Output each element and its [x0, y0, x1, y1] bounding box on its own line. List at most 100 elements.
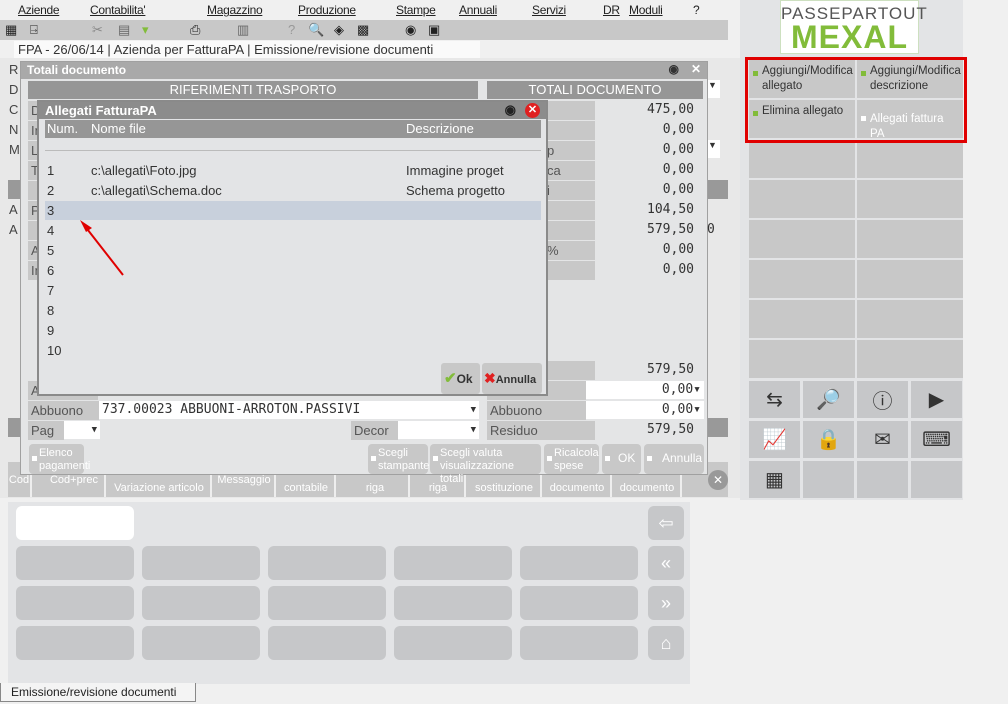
total-value: 579,50: [647, 362, 694, 377]
keypad-key[interactable]: [394, 626, 512, 660]
keypad-key[interactable]: [268, 626, 386, 660]
extra-value: 0: [707, 222, 715, 237]
keypad-key[interactable]: [520, 586, 638, 620]
keypad-key[interactable]: [142, 546, 260, 580]
side-action-empty: [749, 140, 855, 178]
menu-moduli[interactable]: Moduli: [629, 3, 663, 17]
side-action-empty: [749, 220, 855, 258]
menu-magazzino[interactable]: Magazzino: [207, 3, 263, 17]
abbuono-conto-field[interactable]: 737.00023 ABBUONI-ARROTON.PASSIVI ▼: [99, 401, 479, 419]
a-value: 0,00: [661, 382, 694, 397]
side-action-empty: [749, 180, 855, 218]
side-action-empty: [857, 300, 963, 338]
abbuono-value-field[interactable]: 0,00▾: [586, 401, 704, 419]
attachment-row[interactable]: 9: [45, 321, 541, 340]
record-icon[interactable]: ◉: [669, 62, 679, 76]
scegli-stampante-button[interactable]: Scegli stampante: [368, 444, 429, 474]
keypad-key[interactable]: [142, 586, 260, 620]
abbuono-conto-value: 737.00023 ABBUONI-ARROTON.PASSIVI: [102, 402, 361, 417]
search-doc-icon[interactable]: 🔍: [308, 22, 324, 38]
record-icon[interactable]: ◉: [405, 22, 416, 38]
right-field-value: 475,00: [647, 102, 694, 117]
help-icon[interactable]: ?: [288, 22, 295, 37]
keypad-input[interactable]: [16, 506, 134, 540]
dialog-annulla-button[interactable]: ✖Annulla: [482, 363, 542, 394]
transfer-icon[interactable]: ▥: [237, 22, 249, 38]
menu-stampe[interactable]: Stampe: [396, 3, 436, 17]
ok-label: OK: [618, 451, 636, 465]
keypad-key[interactable]: [394, 546, 512, 580]
touch-screen-icon[interactable]: ▣: [428, 22, 440, 38]
attachment-row[interactable]: 10: [45, 341, 541, 360]
pag-label: Pag: [28, 421, 64, 440]
envelope-icon[interactable]: ✉: [857, 421, 908, 458]
close-icon[interactable]: ✕: [525, 103, 540, 118]
record-icon[interactable]: ◉: [505, 102, 516, 118]
bg-select[interactable]: ▼: [708, 140, 720, 158]
keypad-icon[interactable]: ▦: [749, 461, 800, 498]
residuo-value: 579,50: [647, 422, 694, 437]
menu-dr[interactable]: DR: [603, 3, 620, 17]
right-field-value: 0,00: [662, 182, 694, 197]
calculator-icon[interactable]: ▩: [357, 22, 369, 38]
fkey-close-icon[interactable]: ✕: [708, 470, 728, 490]
video-icon[interactable]: ▶: [911, 381, 962, 418]
pag-select[interactable]: ▼: [64, 421, 100, 439]
keypad-key[interactable]: [520, 626, 638, 660]
search-document-icon[interactable]: 🔎: [803, 381, 854, 418]
backspace-icon[interactable]: ⇦: [648, 506, 684, 540]
keypad-key[interactable]: [16, 626, 134, 660]
ok-button[interactable]: OK: [602, 444, 641, 474]
ricalcola-spese-button[interactable]: Ricalcola spese: [544, 444, 599, 474]
eraser-icon[interactable]: ◈: [334, 22, 344, 38]
row-desc: Schema progetto: [406, 183, 506, 198]
bg-select[interactable]: ▼: [708, 80, 720, 98]
empty-slot: [803, 461, 854, 498]
attachment-row[interactable]: 8: [45, 301, 541, 320]
ep-lock-icon[interactable]: 🔒: [803, 421, 854, 458]
elenco-pagamenti-button[interactable]: Elenco pagamenti: [29, 444, 90, 474]
abbuono-right-label: Abbuono: [487, 401, 586, 420]
right-field-value: 0,00: [662, 122, 694, 137]
annulla-label: Annulla: [662, 451, 703, 465]
keypad-key[interactable]: [268, 546, 386, 580]
keypad-key[interactable]: [520, 546, 638, 580]
right-field-value: 0,00: [662, 142, 694, 157]
menu-produzione[interactable]: Produzione: [298, 3, 356, 17]
decor-select[interactable]: ▼: [398, 421, 479, 439]
row-num: 9: [47, 323, 55, 338]
keypad-key[interactable]: [268, 586, 386, 620]
tab-program[interactable]: Emissione/revisione documenti: [254, 42, 433, 57]
warehouse-transfer-icon[interactable]: ⇆: [749, 381, 800, 418]
side-action-empty: [857, 220, 963, 258]
a-value-field[interactable]: 0,00▾: [586, 381, 704, 399]
chart-icon[interactable]: 📈: [749, 421, 800, 458]
right-field-value: 0,00: [662, 262, 694, 277]
right-field-value: 104,50: [647, 202, 694, 217]
logo: PASSEPARTOUT MEXAL: [780, 0, 927, 54]
decor-label: Decor: [351, 421, 398, 440]
dialog-ok-button[interactable]: ✔Ok: [441, 363, 480, 394]
keypad-key[interactable]: [16, 546, 134, 580]
info-icon[interactable]: ⓘ: [857, 381, 908, 418]
side-action-empty: [857, 140, 963, 178]
column-descrizione[interactable]: Descrizione: [406, 120, 474, 138]
keyboard-icon[interactable]: ⌨: [911, 421, 962, 458]
keypad-key[interactable]: [16, 586, 134, 620]
annulla-button[interactable]: Annulla: [644, 444, 704, 474]
status-tab[interactable]: Emissione/revisione documenti: [0, 683, 196, 702]
keypad-key[interactable]: [394, 586, 512, 620]
page-forward-icon[interactable]: »: [648, 586, 684, 620]
keypad-key[interactable]: [142, 626, 260, 660]
menu-servizi[interactable]: Servizi: [532, 3, 566, 17]
row-num: 8: [47, 303, 55, 318]
home-icon[interactable]: ⌂: [648, 626, 684, 660]
scegli-valuta-button[interactable]: Scegli valuta visualizzazione totali: [430, 444, 541, 485]
side-action-empty: [749, 260, 855, 298]
menu-annuali[interactable]: Annuali: [459, 3, 497, 17]
menu-help[interactable]: ?: [693, 3, 700, 17]
page-back-icon[interactable]: «: [648, 546, 684, 580]
close-icon[interactable]: ✕: [691, 62, 701, 76]
totali-documento-header: TOTALI DOCUMENTO: [487, 81, 703, 99]
abbuono-value: 0,00: [661, 402, 694, 417]
